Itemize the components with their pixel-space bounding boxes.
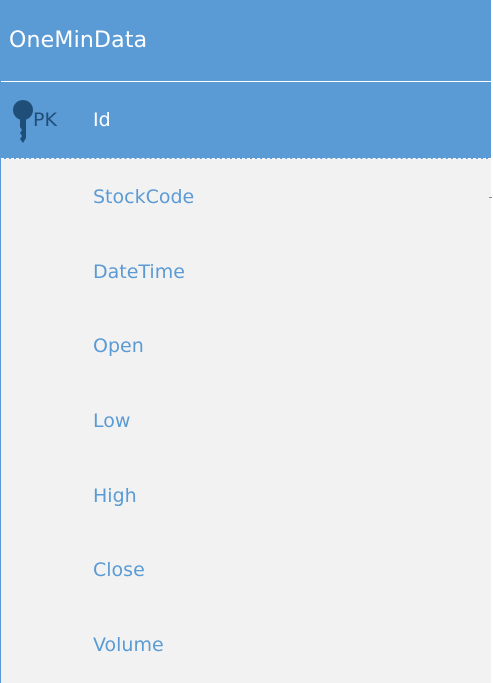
- entity-title: OneMinData: [9, 28, 148, 53]
- field-row[interactable]: Open: [1, 308, 491, 383]
- field-row[interactable]: Volume: [1, 607, 491, 682]
- field-low: Low: [93, 410, 131, 433]
- field-row[interactable]: High: [1, 458, 491, 533]
- field-id: Id: [93, 109, 111, 131]
- field-datetime: DateTime: [93, 260, 185, 283]
- primary-key-marker: PK: [33, 109, 57, 131]
- entity-onemindata[interactable]: OneMinData PK Id StockCode DateTime Open…: [0, 0, 491, 683]
- key-icon: [13, 100, 33, 143]
- field-row[interactable]: Low: [1, 383, 491, 458]
- field-stockcode: StockCode: [93, 186, 195, 208]
- field-row[interactable]: StockCode: [1, 159, 491, 234]
- field-row[interactable]: DateTime: [1, 234, 491, 309]
- primary-key-row[interactable]: PK Id: [1, 82, 491, 159]
- field-high: High: [93, 484, 137, 507]
- connector-stub: [489, 197, 492, 198]
- entity-header: OneMinData: [1, 0, 491, 82]
- field-row[interactable]: Close: [1, 532, 491, 607]
- field-volume: Volume: [93, 634, 164, 657]
- field-list: StockCode DateTime Open Low High Close V…: [1, 159, 491, 682]
- field-open: Open: [93, 335, 144, 358]
- field-close: Close: [93, 559, 145, 582]
